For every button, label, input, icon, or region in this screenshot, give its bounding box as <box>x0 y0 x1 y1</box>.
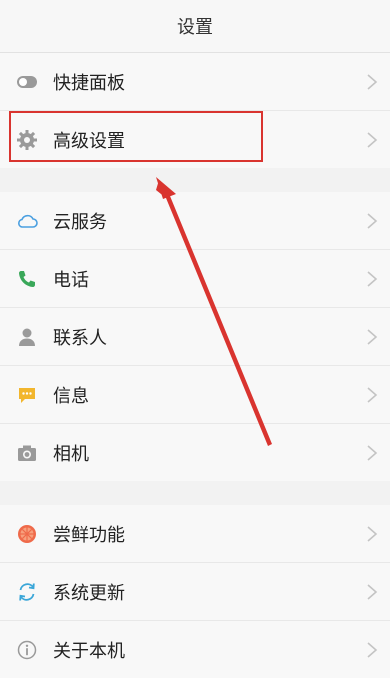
chevron-right-icon <box>366 386 378 404</box>
settings-item-cloud[interactable]: 云服务 <box>0 192 390 250</box>
settings-item-about[interactable]: 关于本机 <box>0 621 390 678</box>
chevron-right-icon <box>366 444 378 462</box>
settings-item-label: 信息 <box>53 385 89 407</box>
settings-item-contacts[interactable]: 联系人 <box>0 308 390 366</box>
camera-icon <box>16 442 38 464</box>
chevron-right-icon <box>366 525 378 543</box>
settings-group-3: 尝鲜功能 系统更新 关于本机 <box>0 505 390 678</box>
settings-item-label: 系统更新 <box>53 582 125 604</box>
toggle-icon <box>16 71 38 93</box>
chevron-right-icon <box>366 583 378 601</box>
person-icon <box>16 326 38 348</box>
settings-item-camera[interactable]: 相机 <box>0 424 390 481</box>
settings-item-label: 云服务 <box>53 211 107 233</box>
cloud-icon <box>16 210 38 232</box>
settings-item-experimental[interactable]: 尝鲜功能 <box>0 505 390 563</box>
message-icon <box>16 384 38 406</box>
settings-item-phone[interactable]: 电话 <box>0 250 390 308</box>
chevron-right-icon <box>366 131 378 149</box>
settings-item-label: 相机 <box>53 443 89 465</box>
citrus-icon <box>16 523 38 545</box>
annotation-highlight-box <box>9 111 263 162</box>
refresh-icon <box>16 581 38 603</box>
chevron-right-icon <box>366 328 378 346</box>
settings-group-2: 云服务 电话 联系人 信息 相机 <box>0 192 390 481</box>
settings-item-label: 联系人 <box>53 327 107 349</box>
settings-item-messages[interactable]: 信息 <box>0 366 390 424</box>
settings-item-label: 快捷面板 <box>53 72 125 94</box>
chevron-right-icon <box>366 73 378 91</box>
page-title: 设置 <box>177 17 213 38</box>
chevron-right-icon <box>366 212 378 230</box>
chevron-right-icon <box>366 270 378 288</box>
settings-item-label: 关于本机 <box>53 640 125 662</box>
settings-item-quick-panel[interactable]: 快捷面板 <box>0 53 390 111</box>
settings-item-label: 尝鲜功能 <box>53 524 125 546</box>
settings-item-system-update[interactable]: 系统更新 <box>0 563 390 621</box>
info-icon <box>16 639 38 661</box>
chevron-right-icon <box>366 641 378 659</box>
title-bar: 设置 <box>0 0 390 53</box>
settings-item-label: 电话 <box>53 269 89 291</box>
phone-icon <box>16 268 38 290</box>
